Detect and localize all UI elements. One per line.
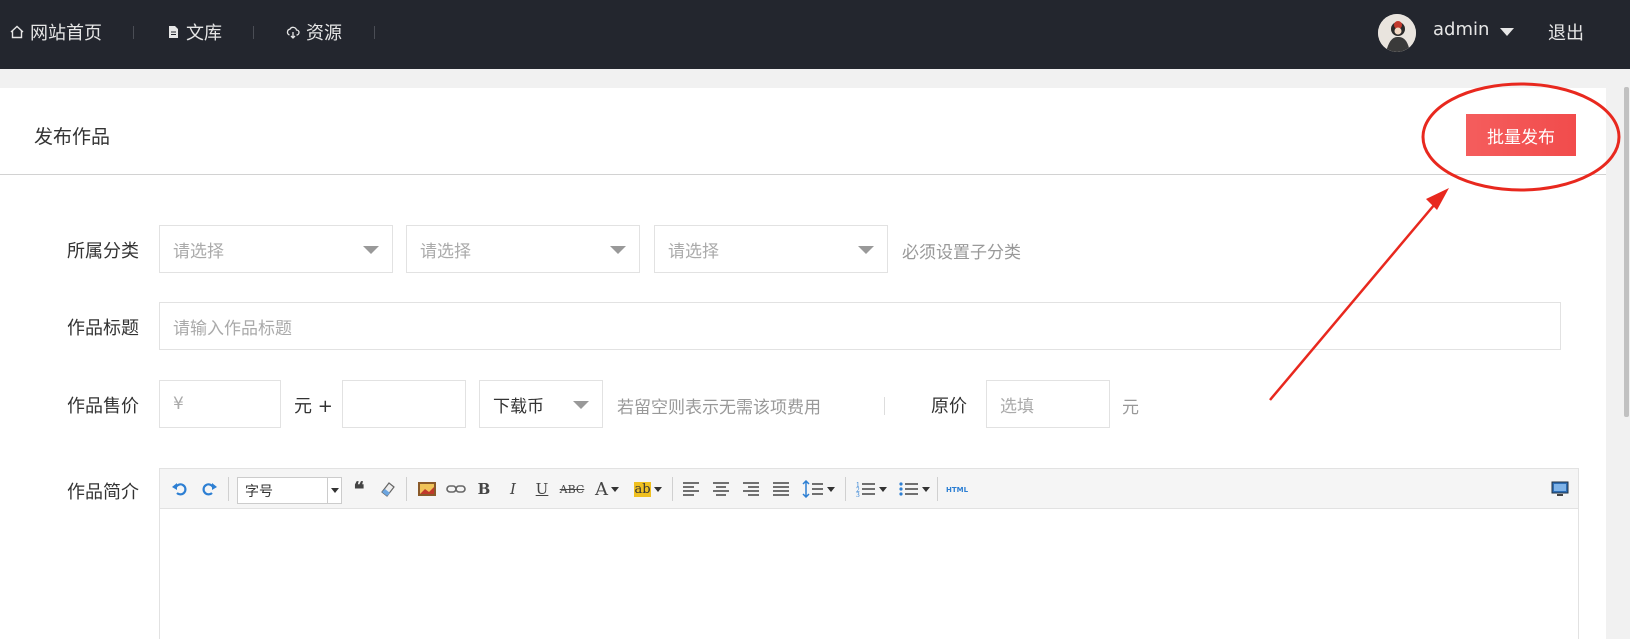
category-label: 所属分类 [67, 241, 139, 262]
nav-library[interactable]: 文库 [166, 0, 222, 64]
category-select-1[interactable]: 请选择 [159, 225, 393, 273]
chevron-down-icon [327, 478, 341, 503]
align-left-icon[interactable] [680, 479, 702, 499]
price-divider [884, 397, 885, 415]
image-icon[interactable] [416, 479, 438, 499]
italic-icon[interactable]: I [503, 479, 523, 499]
card-header: 发布作品 批量发布 [0, 88, 1606, 175]
nav-resources[interactable]: 资源 [286, 0, 342, 64]
font-size-select-value: 字号 [245, 483, 273, 500]
price-yen-input[interactable]: ¥ [159, 380, 281, 428]
title-label: 作品标题 [67, 318, 139, 339]
page-scrollbar[interactable] [1623, 69, 1630, 639]
category-select-2[interactable]: 请选择 [406, 225, 640, 273]
cloud-download-icon [286, 26, 300, 39]
svg-text:3: 3 [856, 492, 860, 497]
nav-divider [253, 26, 254, 39]
undo-icon[interactable] [170, 479, 190, 499]
chevron-down-icon[interactable] [1500, 28, 1514, 36]
nav-library-label: 文库 [186, 23, 222, 44]
font-color-icon[interactable]: A [590, 479, 624, 500]
avatar[interactable] [1378, 14, 1416, 52]
redo-icon[interactable] [199, 479, 219, 499]
title-input-placeholder: 请输入作品标题 [173, 318, 292, 339]
original-price-placeholder: 选填 [1000, 396, 1034, 417]
bold-icon[interactable]: B [474, 479, 494, 499]
nav-home-label: 网站首页 [30, 23, 102, 44]
svg-text:HTML: HTML [946, 486, 969, 494]
toolbar-divider [672, 477, 673, 501]
eraser-icon[interactable] [378, 479, 398, 499]
underline-icon[interactable]: U [532, 479, 552, 499]
title-input[interactable]: 请输入作品标题 [159, 302, 1561, 350]
align-right-icon[interactable] [740, 479, 762, 499]
category-hint: 必须设置子分类 [902, 243, 1021, 263]
logout-link[interactable]: 退出 [1548, 19, 1584, 45]
strikethrough-icon[interactable]: ABC [560, 479, 585, 499]
font-size-select[interactable]: 字号 [237, 477, 342, 504]
price-hint: 若留空则表示无需该项费用 [617, 398, 821, 418]
category-select-2-value: 请选择 [420, 241, 471, 262]
intro-label: 作品简介 [67, 482, 139, 503]
nav-divider [133, 26, 134, 39]
rich-text-editor[interactable]: 字号 ❝ B I U ABC A ab 1 2 3 HTML [159, 468, 1579, 639]
category-select-1-value: 请选择 [173, 241, 224, 262]
username[interactable]: admin [1433, 19, 1489, 40]
page-title: 发布作品 [34, 126, 111, 148]
editor-toolbar: 字号 ❝ B I U ABC A ab 1 2 3 HTML [160, 469, 1578, 509]
line-height-icon[interactable] [800, 479, 836, 499]
align-center-icon[interactable] [710, 479, 732, 499]
price-yen-placeholder: ¥ [173, 394, 184, 414]
category-select-3-value: 请选择 [668, 241, 719, 262]
nav-home[interactable]: 网站首页 [10, 0, 102, 64]
currency-select[interactable]: 下载币 [479, 380, 603, 428]
align-justify-icon[interactable] [770, 479, 792, 499]
original-price-input[interactable]: 选填 [986, 380, 1110, 428]
ordered-list-icon[interactable]: 123 [853, 479, 889, 499]
caret-down-icon [610, 246, 626, 254]
category-select-3[interactable]: 请选择 [654, 225, 888, 273]
toolbar-divider [406, 477, 407, 501]
original-price-label: 原价 [931, 396, 967, 417]
price-unit-plus: 元 + [294, 396, 333, 417]
avatar-image [1378, 14, 1416, 52]
nav-divider [374, 26, 375, 39]
original-price-unit: 元 [1122, 398, 1139, 418]
html-source-icon[interactable]: HTML [945, 479, 971, 499]
price-label: 作品售价 [67, 396, 139, 417]
highlight-color-icon[interactable]: ab [630, 479, 666, 499]
toolbar-divider [937, 477, 938, 501]
scrollbar-thumb[interactable] [1624, 87, 1629, 417]
caret-down-icon [573, 401, 589, 409]
top-navbar: 网站首页 文库 资源 admin 退出 [0, 0, 1630, 69]
unordered-list-icon[interactable] [896, 479, 932, 499]
toolbar-divider [845, 477, 846, 501]
link-icon[interactable] [445, 479, 467, 499]
caret-down-icon [858, 246, 874, 254]
blockquote-icon[interactable]: ❝ [349, 477, 369, 501]
batch-publish-button[interactable]: 批量发布 [1466, 114, 1576, 156]
caret-down-icon [363, 246, 379, 254]
nav-resources-label: 资源 [306, 23, 342, 44]
currency-select-value: 下载币 [493, 396, 544, 417]
home-icon [10, 25, 24, 39]
fullscreen-icon[interactable] [1549, 479, 1571, 499]
document-icon [169, 26, 178, 38]
price-coin-input[interactable] [342, 380, 466, 428]
toolbar-divider [228, 477, 229, 501]
